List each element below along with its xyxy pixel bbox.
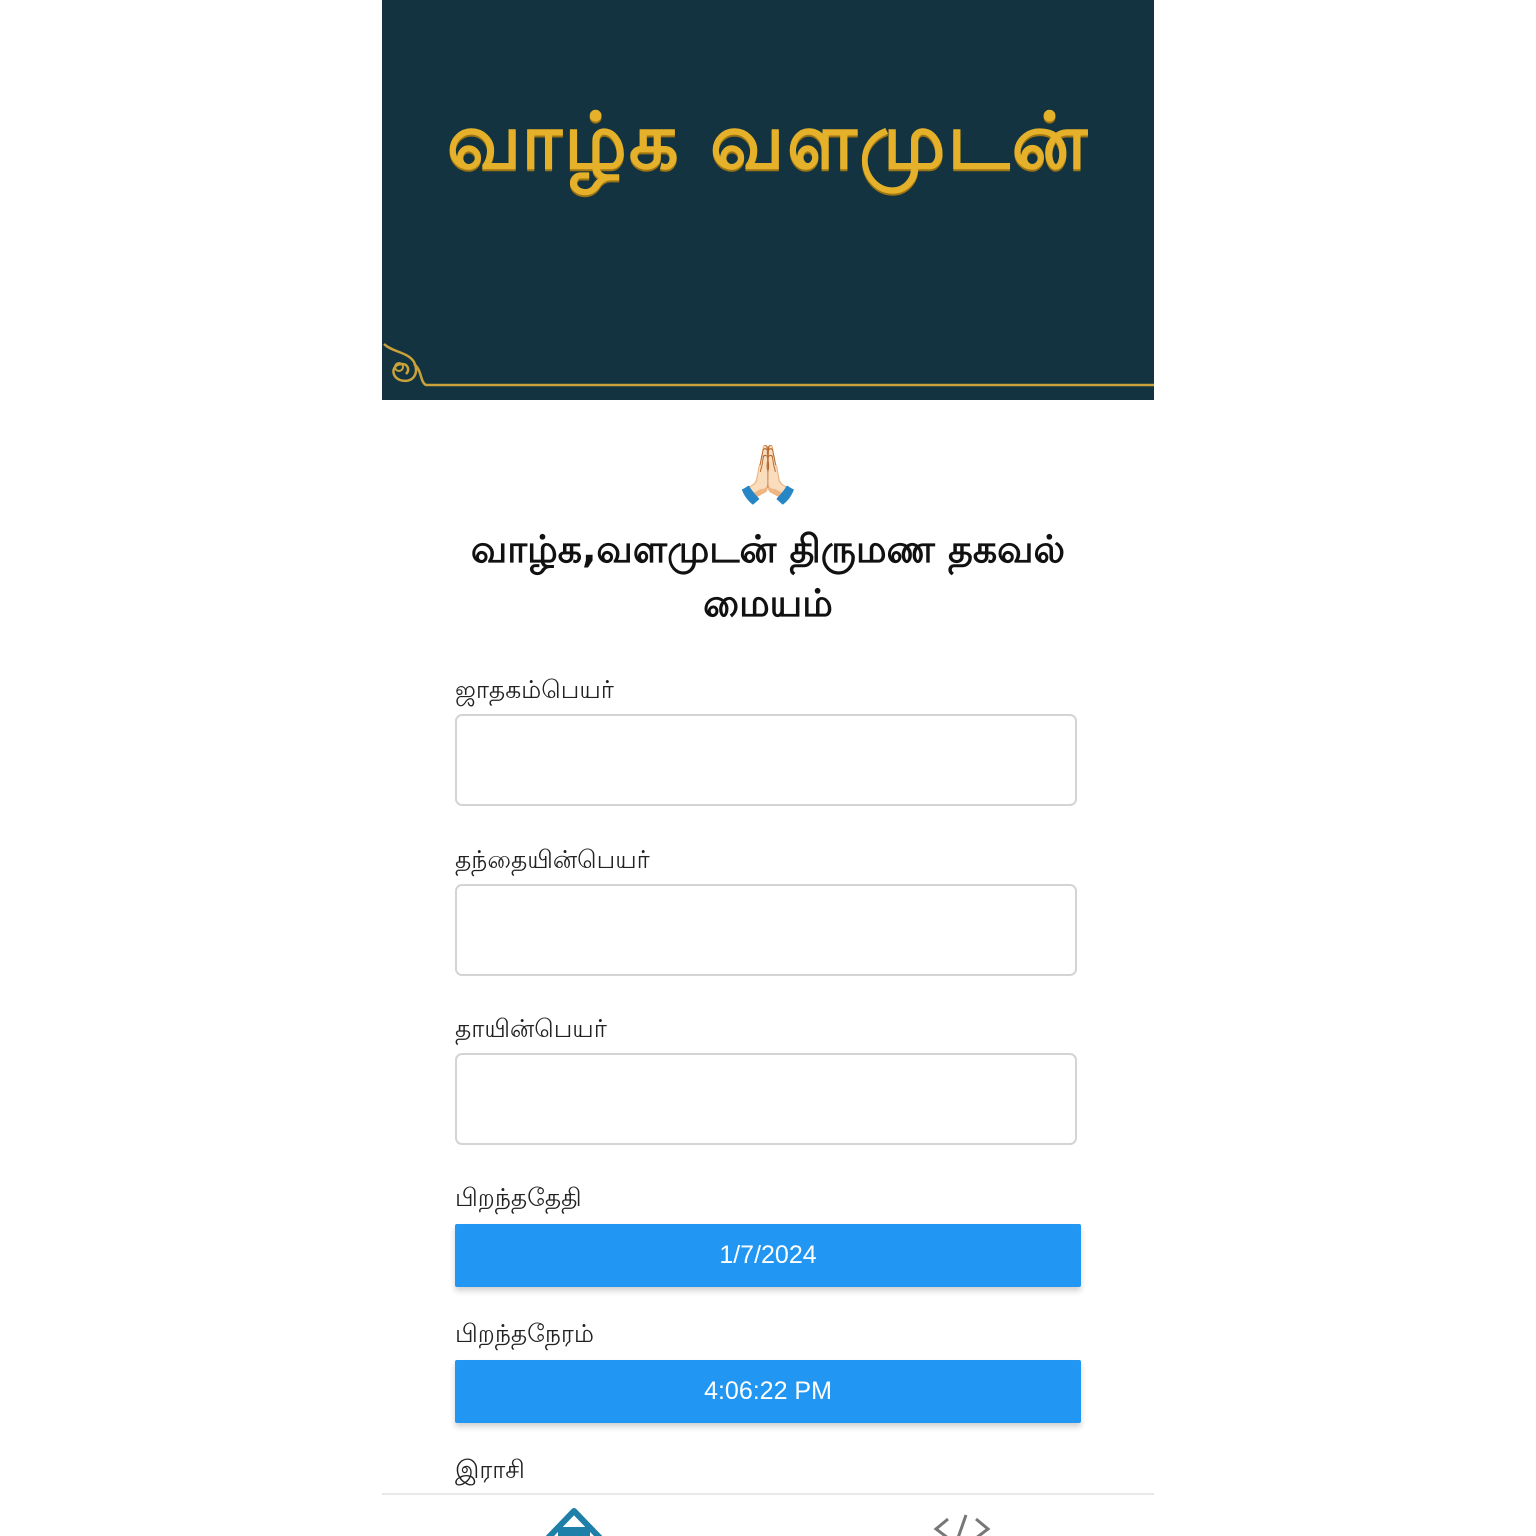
birth-time-button[interactable]: 4:06:22 PM <box>455 1360 1081 1423</box>
birth-date-button[interactable]: 1/7/2024 <box>455 1224 1081 1287</box>
father-name-input[interactable] <box>455 884 1077 976</box>
namaste-icon: 🙏🏻 <box>733 442 803 507</box>
birth-date-label: பிறந்ததேதி <box>455 1183 582 1212</box>
banner-ornament <box>383 343 1154 387</box>
page-title: வாழ்க,வளமுடன் திருமண தகவல் மையம் <box>470 527 1066 625</box>
code-icon[interactable] <box>932 1513 992 1536</box>
horoscope-name-input[interactable] <box>455 714 1077 806</box>
banner-title: வாழ்க வளமுடன் <box>446 96 1090 187</box>
mother-name-label: தாயின்பெயர் <box>455 1014 607 1043</box>
header-banner: வாழ்க வளமுடன் <box>382 0 1154 400</box>
birth-time-label: பிறந்தநேரம் <box>455 1319 594 1348</box>
home-icon[interactable] <box>544 1507 604 1536</box>
mother-name-input[interactable] <box>455 1053 1077 1145</box>
app-screen: வாழ்க வளமுடன் 🙏🏻 வாழ்க,வளமுடன் திருமண தக… <box>382 0 1154 1536</box>
bottom-navigation <box>382 1493 1154 1536</box>
horoscope-name-label: ஜாதகம்பெயர் <box>455 675 614 704</box>
rasi-label: இராசி <box>455 1455 525 1484</box>
father-name-label: தந்தையின்பெயர் <box>455 845 650 874</box>
